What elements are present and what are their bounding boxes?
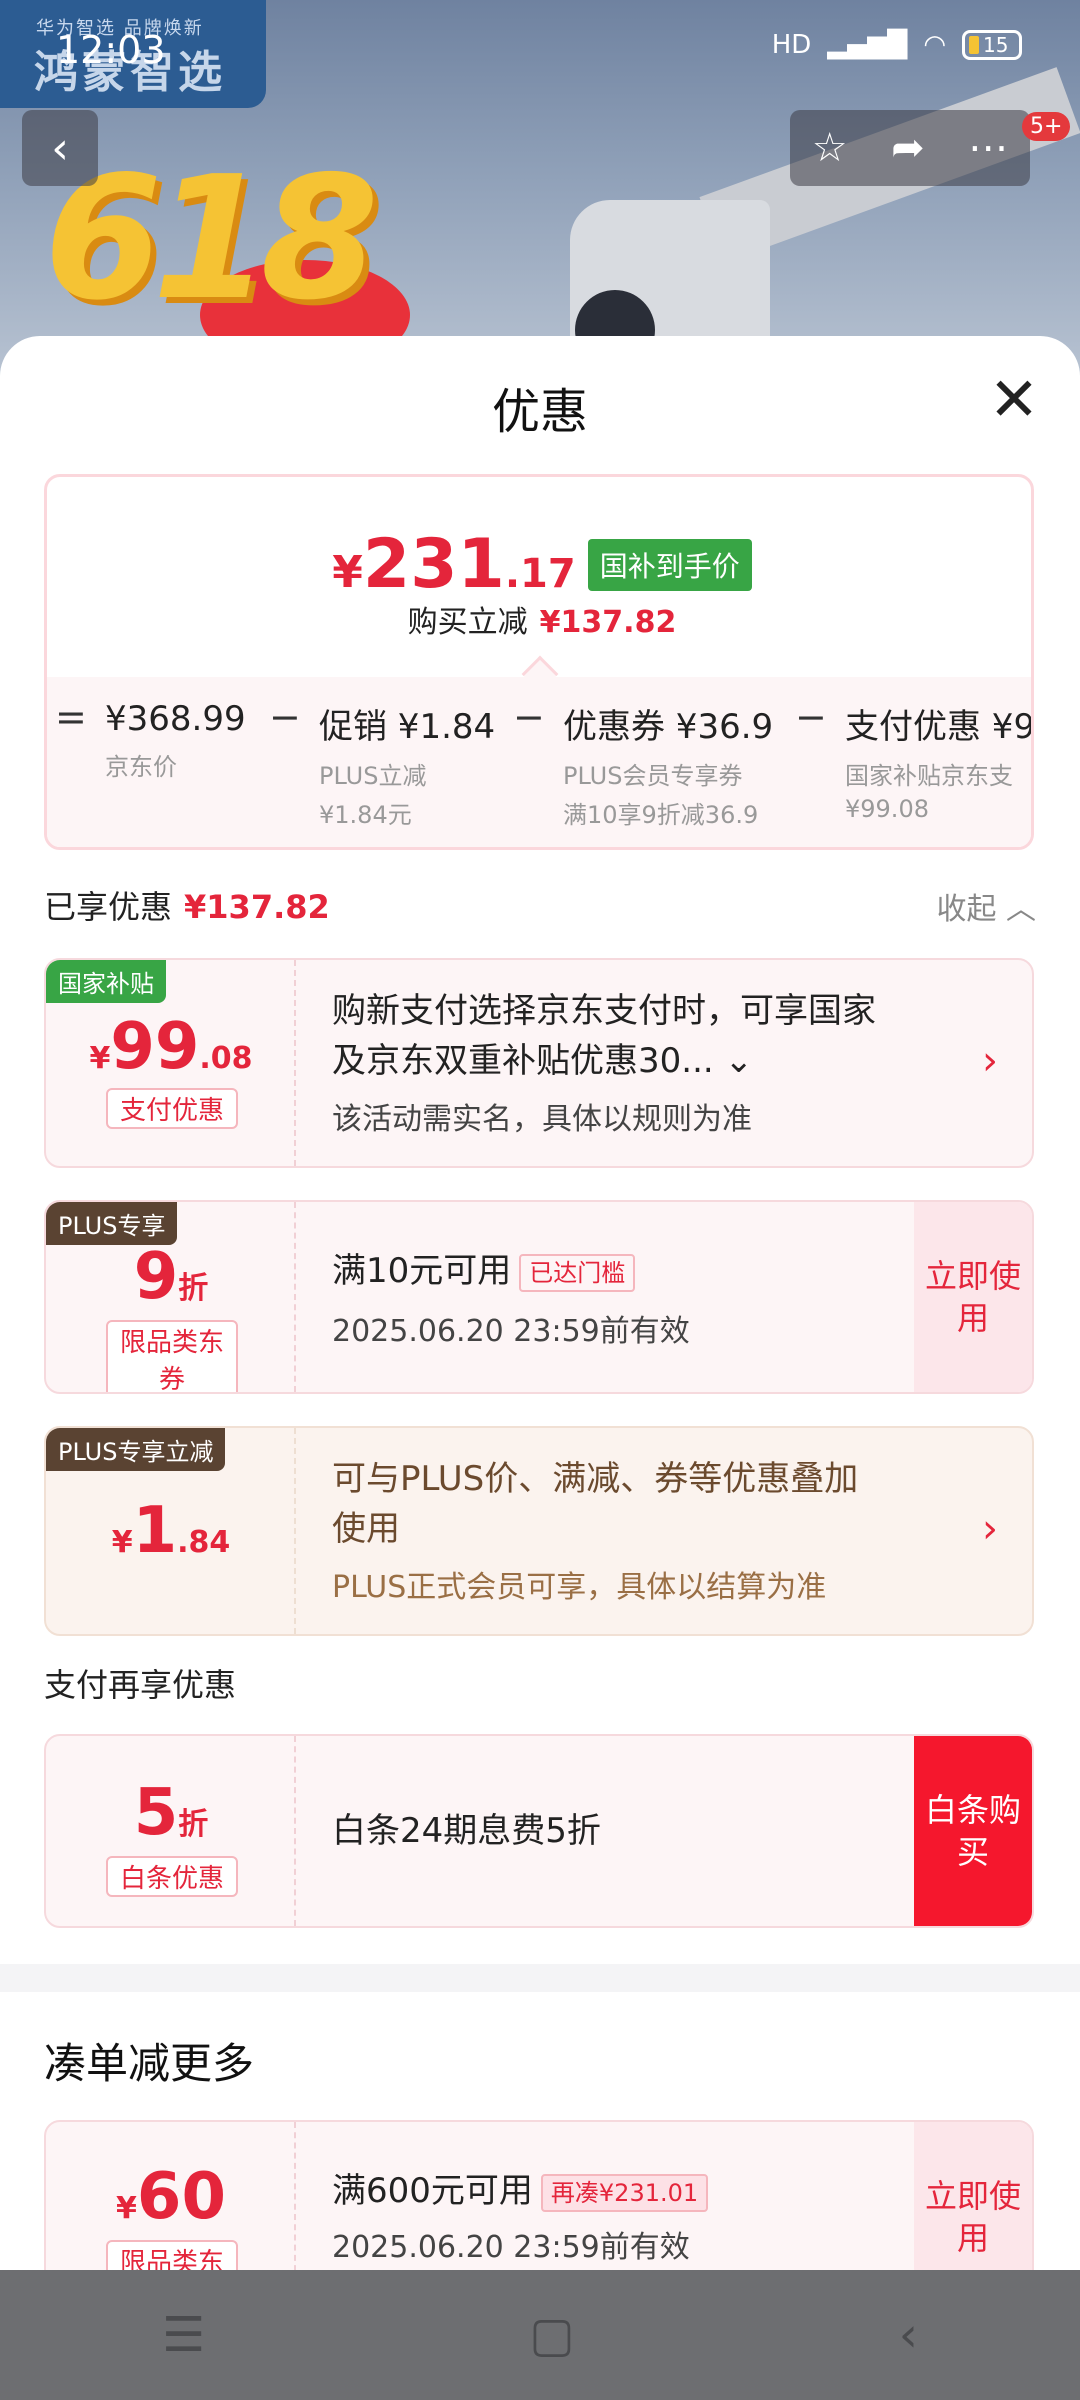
minus-operator: − xyxy=(513,695,545,739)
coupon-desc-line1: 可与PLUS价、满减、券等优惠叠加 xyxy=(332,1459,859,1499)
network-label: HD xyxy=(771,30,812,60)
coupon-gov-subsidy[interactable]: 国家补贴 ¥99.08 支付优惠 购新支付选择京东支付时，可享国家 及京东双重补… xyxy=(44,958,1034,1168)
back-icon: ‹ xyxy=(51,122,69,174)
close-icon: ✕ xyxy=(988,365,1040,435)
chevron-right-icon: › xyxy=(982,1038,998,1084)
coupon-note: 该活动需实名，具体以规则为准 xyxy=(332,1102,752,1137)
breakdown-item: 支付优惠 ¥99 国家补贴京东支 ¥99.08 xyxy=(845,707,1034,823)
coupon-value: ¥99.08 xyxy=(89,1010,253,1084)
baitiao-buy-button[interactable]: 白条购买 xyxy=(914,1736,1032,1926)
menu-icon[interactable]: ☰ xyxy=(162,2307,205,2363)
gap-tag: 再凑¥231.01 xyxy=(540,2173,709,2212)
status-time: 12:03 xyxy=(56,28,166,72)
wifi-icon: ◠ xyxy=(923,30,946,60)
coupon-expiry: 2025.06.20 23:59前有效 xyxy=(332,2230,690,2265)
battery-icon: 15 xyxy=(962,30,1022,60)
minus-operator: − xyxy=(795,695,827,739)
coupon-value: ¥60 xyxy=(116,2160,226,2234)
message-badge: 5+ xyxy=(1022,112,1071,141)
enjoyed-discount-label: 已享优惠 ¥137.82 xyxy=(44,888,330,926)
coupon-tag: 国家补贴 xyxy=(46,960,166,1003)
coupon-value: 9折 xyxy=(133,1240,209,1314)
sheet-title: 优惠 xyxy=(491,384,588,440)
price-breakdown: = ¥368.99 京东价 − 促销 ¥1.84 PLUS立减 ¥1.84元 −… xyxy=(47,677,1034,847)
coupon-desc: 白条24期息费5折 xyxy=(332,1811,601,1851)
breakdown-item: ¥368.99 京东价 xyxy=(105,699,246,781)
more-section-title: 凑单减更多 xyxy=(44,2039,255,2088)
nav-toolbar: ☆ ➦ ⋯ xyxy=(790,110,1030,186)
coupon-note: PLUS正式会员可享，具体以结算为准 xyxy=(332,1570,827,1605)
section-divider xyxy=(0,1964,1080,1992)
coupon-desc-line2[interactable]: 及京东双重补贴优惠30... ⌄ xyxy=(332,1036,753,1086)
back-button[interactable]: ‹ xyxy=(22,110,98,186)
status-icons: HD ▂▄▆█ ◠ 15 xyxy=(772,30,1022,60)
minus-operator: − xyxy=(269,695,301,739)
price-summary-card: ¥ 231 .17 国补到手价 购买立减 ¥137.82 = ¥368.99 京东… xyxy=(44,474,1034,850)
breakdown-item: 促销 ¥1.84 PLUS立减 ¥1.84元 xyxy=(319,707,496,829)
coupon-desc-line2: 使用 xyxy=(332,1509,400,1549)
signal-icon: ▂▄▆█ xyxy=(827,30,908,60)
more-icon[interactable]: ⋯ xyxy=(968,125,1008,171)
breakdown-item: 优惠券 ¥36.9 PLUS会员专享券 满10享9折减36.9 xyxy=(563,707,774,829)
final-price: ¥ 231 .17 国补到手价 xyxy=(47,525,1031,604)
coupon-tag: PLUS专享立减 xyxy=(46,1428,226,1471)
gov-subsidy-tag: 国补到手价 xyxy=(587,538,752,591)
coupon-expiry: 2025.06.20 23:59前有效 xyxy=(332,1314,690,1349)
coupon-value: ¥1.84 xyxy=(111,1494,231,1568)
share-icon[interactable]: ➦ xyxy=(891,125,925,171)
reduce-line: 购买立减 ¥137.82 xyxy=(407,605,677,640)
star-icon[interactable]: ☆ xyxy=(812,125,848,171)
collapse-toggle[interactable]: 收起 ︿ xyxy=(936,884,1036,928)
threshold-tag: 已达门槛 xyxy=(519,1253,636,1292)
use-now-button[interactable]: 立即使用 xyxy=(914,1202,1032,1392)
coupon-condition: 满10元可用 已达门槛 xyxy=(332,1246,636,1296)
pay-more-label: 支付再享优惠 xyxy=(44,1666,237,1704)
coupon-type-badge: 限品类东券 xyxy=(106,1320,238,1392)
chevron-right-icon: › xyxy=(982,1506,998,1552)
coupon-type-badge: 白条优惠 xyxy=(106,1856,238,1897)
coupon-plus-discount[interactable]: PLUS专享 9折 限品类东券 满10元可用 已达门槛 2025.06.20 23… xyxy=(44,1200,1034,1394)
coupon-baitiao[interactable]: 5折 白条优惠 白条24期息费5折 白条购买 xyxy=(44,1734,1034,1928)
close-button[interactable]: ✕ xyxy=(984,370,1044,432)
coupon-plus-reduce[interactable]: PLUS专享立减 ¥1.84 可与PLUS价、满减、券等优惠叠加 使用 PLUS… xyxy=(44,1426,1034,1636)
back-nav-icon[interactable]: ‹ xyxy=(899,2307,918,2363)
home-icon[interactable]: ▢ xyxy=(529,2307,574,2363)
coupon-desc-line1: 购新支付选择京东支付时，可享国家 xyxy=(332,991,876,1031)
system-nav-bar: ☰ ▢ ‹ xyxy=(0,2270,1080,2400)
coupon-tag: PLUS专享 xyxy=(46,1202,178,1245)
equals-operator: = xyxy=(55,695,87,739)
coupon-value: 5折 xyxy=(133,1776,209,1850)
coupon-type-badge: 支付优惠 xyxy=(106,1088,238,1129)
coupon-condition: 满600元可用 再凑¥231.01 xyxy=(332,2166,709,2216)
